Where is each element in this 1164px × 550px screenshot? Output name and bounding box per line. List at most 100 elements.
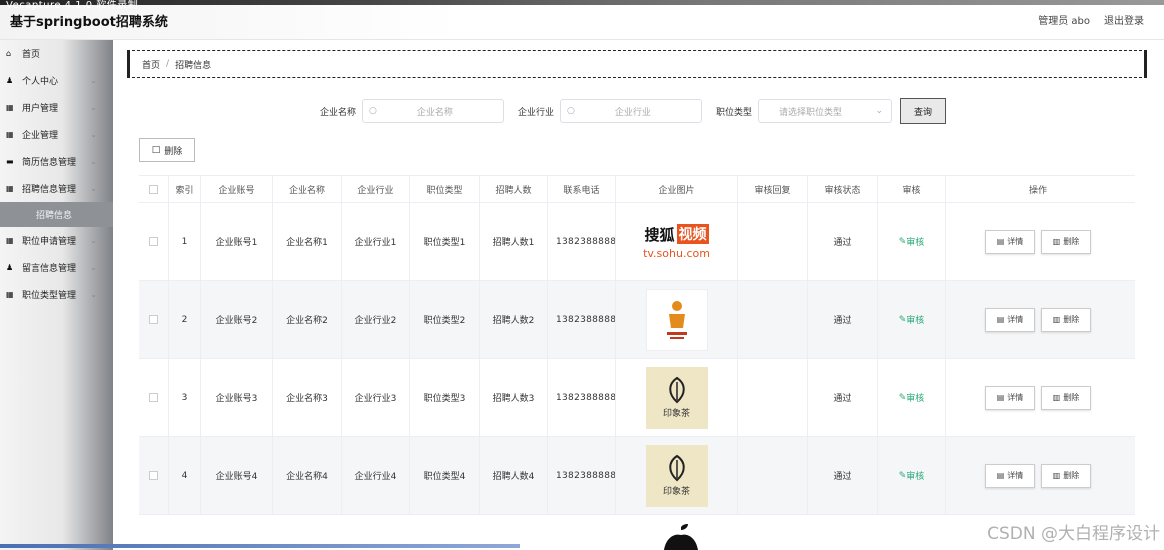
sohu-logo-text: 搜狐 视频 — [645, 224, 709, 245]
edit-icon: ✎ — [898, 314, 907, 325]
table-row: 4 企业账号4 企业名称4 企业行业4 职位类型4 招聘人数4 13823888884 印象茶… — [139, 437, 1135, 515]
edit-icon: ✎ — [898, 236, 907, 247]
sidebar-item-label: 企业管理 — [22, 131, 59, 141]
trash-icon: ▥ — [1052, 315, 1061, 324]
sidebar-item-label: 简历信息管理 — [22, 158, 77, 168]
sidebar-item-label: 职位类型管理 — [22, 291, 77, 301]
cell-account: 企业账号1 — [201, 203, 273, 280]
cell-count: 招聘人数1 — [480, 203, 548, 280]
detail-button[interactable]: ▤ 详情 — [985, 307, 1035, 332]
cell-image — [616, 281, 738, 358]
table-header: 索引 企业账号 企业名称 企业行业 职位类型 招聘人数 联系电话 企业图片 审核回复 审核状态 审核… — [139, 176, 1135, 203]
sidebar-item[interactable]: ▦ 用户管理 ⌄ — [0, 94, 113, 121]
select-all-checkbox[interactable] — [139, 176, 169, 202]
query-button[interactable]: 查询 — [900, 98, 947, 124]
cell-reply — [738, 437, 808, 514]
chevron-down-icon: ⌄ — [90, 184, 97, 193]
batch-delete-button[interactable]: □ 删除 — [139, 138, 195, 162]
cell-actions: ▤ 详情 ▥ 删除 — [946, 359, 1130, 436]
delete-button[interactable]: ▥ 删除 — [1041, 307, 1091, 332]
checkbox-box — [149, 237, 158, 246]
delete-label: 删除 — [1063, 237, 1080, 246]
sidebar-item[interactable]: ▦ 职位申请管理 ⌄ — [0, 227, 113, 254]
home-icon: ⌂ — [6, 49, 12, 58]
monitor-icon: ▬ — [6, 157, 14, 166]
checkbox-box — [149, 315, 158, 324]
sidebar-subitem-recruit-info[interactable]: 招聘信息 — [0, 202, 113, 227]
cell-actions: ▤ 详情 ▥ 删除 — [946, 437, 1130, 514]
sidebar-item[interactable]: ▬ 简历信息管理 ⌄ — [0, 148, 113, 175]
delete-label: 删除 — [1063, 471, 1080, 480]
chevron-down-icon: ⌄ — [875, 106, 884, 116]
sohu-logo-name: 搜狐 — [644, 225, 675, 244]
sidebar: ⌂ 首页 ♟ 个人中心 ⌄ ▦ 用户管理 ⌄ ▦ 企业管理 ⌄ ▬ 简历信息管理 ⌄ ▦ 招聘信息管理 ⌄ 招聘… — [0, 40, 113, 550]
sidebar-item[interactable]: ♟ 留言信息管理 ⌄ — [0, 254, 113, 281]
delete-button[interactable]: ▥ 删除 — [1041, 229, 1091, 254]
recorder-caption: Vecapture 4.1.0 软件录制 — [6, 0, 139, 11]
horizontal-scrollbar[interactable] — [0, 544, 520, 548]
cell-phone: 13823888882 — [548, 281, 616, 358]
sidebar-item[interactable]: ▦ 职位类型管理 ⌄ — [0, 281, 113, 308]
edit-icon: ✎ — [898, 470, 907, 481]
sidebar-item[interactable]: ⌂ 首页 — [0, 40, 113, 67]
cell-company-name: 企业名称4 — [273, 437, 342, 514]
sidebar-item[interactable]: ▦ 招聘信息管理 ⌄ — [0, 175, 113, 202]
logout-link[interactable]: 退出登录 — [1104, 12, 1144, 27]
cell-reply — [738, 281, 808, 358]
chevron-down-icon: ⌄ — [90, 76, 97, 85]
review-label: 审核 — [906, 394, 925, 404]
tea-logo-caption: 印象茶 — [662, 409, 690, 419]
row-checkbox[interactable] — [139, 203, 169, 280]
watermark: CSDN @大白程序设计 — [987, 524, 1160, 544]
sidebar-item-label: 职位申请管理 — [22, 237, 77, 247]
cell-reply — [738, 203, 808, 280]
cell-index: 2 — [169, 281, 201, 358]
job-type-select[interactable]: 请选择职位类型 ⌄ — [758, 99, 893, 123]
cell-company-name: 企业名称2 — [273, 281, 342, 358]
job-type-placeholder: 请选择职位类型 — [779, 107, 843, 118]
delete-button[interactable]: ▥ 删除 — [1041, 385, 1091, 410]
detail-button[interactable]: ▤ 详情 — [985, 229, 1035, 254]
review-link[interactable]: ✎ 审核 — [878, 281, 946, 358]
cell-index: 1 — [169, 203, 201, 280]
grid-icon: ▦ — [6, 290, 14, 299]
delete-button[interactable]: ▥ 删除 — [1041, 463, 1091, 488]
review-label: 审核 — [906, 316, 925, 326]
industry-input[interactable]: ○ 企业行业 — [560, 99, 703, 123]
detail-button[interactable]: ▤ 详情 — [985, 385, 1035, 410]
cell-image: 印象茶 — [616, 437, 738, 514]
sidebar-item[interactable]: ♟ 个人中心 ⌄ — [0, 67, 113, 94]
sidebar-item[interactable]: ▦ 企业管理 ⌄ — [0, 121, 113, 148]
grid-icon: ▦ — [6, 236, 14, 245]
breadcrumb-home[interactable]: 首页 — [142, 58, 160, 71]
column-header: 联系电话 — [548, 176, 616, 202]
review-link[interactable]: ✎ 审核 — [878, 437, 946, 514]
window-top-bar — [0, 0, 1164, 5]
company-name-placeholder: 企业名称 — [416, 107, 453, 118]
row-checkbox[interactable] — [139, 281, 169, 358]
column-header: 企业图片 — [616, 176, 738, 202]
job-type-label: 职位类型 — [716, 107, 753, 118]
detail-button[interactable]: ▤ 详情 — [985, 463, 1035, 488]
cell-job-type: 职位类型1 — [410, 203, 480, 280]
cell-phone: 13823888884 — [548, 437, 616, 514]
cell-job-type: 职位类型2 — [410, 281, 480, 358]
row-checkbox[interactable] — [139, 359, 169, 436]
chevron-down-icon: ⌄ — [90, 236, 97, 245]
cell-status: 通过 — [808, 203, 878, 280]
review-link[interactable]: ✎ 审核 — [878, 203, 946, 280]
row-checkbox[interactable] — [139, 437, 169, 514]
document-icon: ▤ — [996, 393, 1005, 402]
company-name-input[interactable]: ○ 企业名称 — [362, 99, 505, 123]
checkbox-box — [149, 471, 158, 480]
column-header: 企业行业 — [342, 176, 410, 202]
company-image: 印象茶 — [645, 444, 708, 507]
cell-industry: 企业行业2 — [342, 281, 410, 358]
sidebar-item-label: 首页 — [22, 50, 41, 60]
column-header: 审核状态 — [808, 176, 878, 202]
review-link[interactable]: ✎ 审核 — [878, 359, 946, 436]
cell-index: 4 — [169, 437, 201, 514]
cell-phone: 13823888883 — [548, 359, 616, 436]
apple-logo-icon — [664, 524, 698, 550]
chevron-down-icon: ⌄ — [90, 103, 97, 112]
